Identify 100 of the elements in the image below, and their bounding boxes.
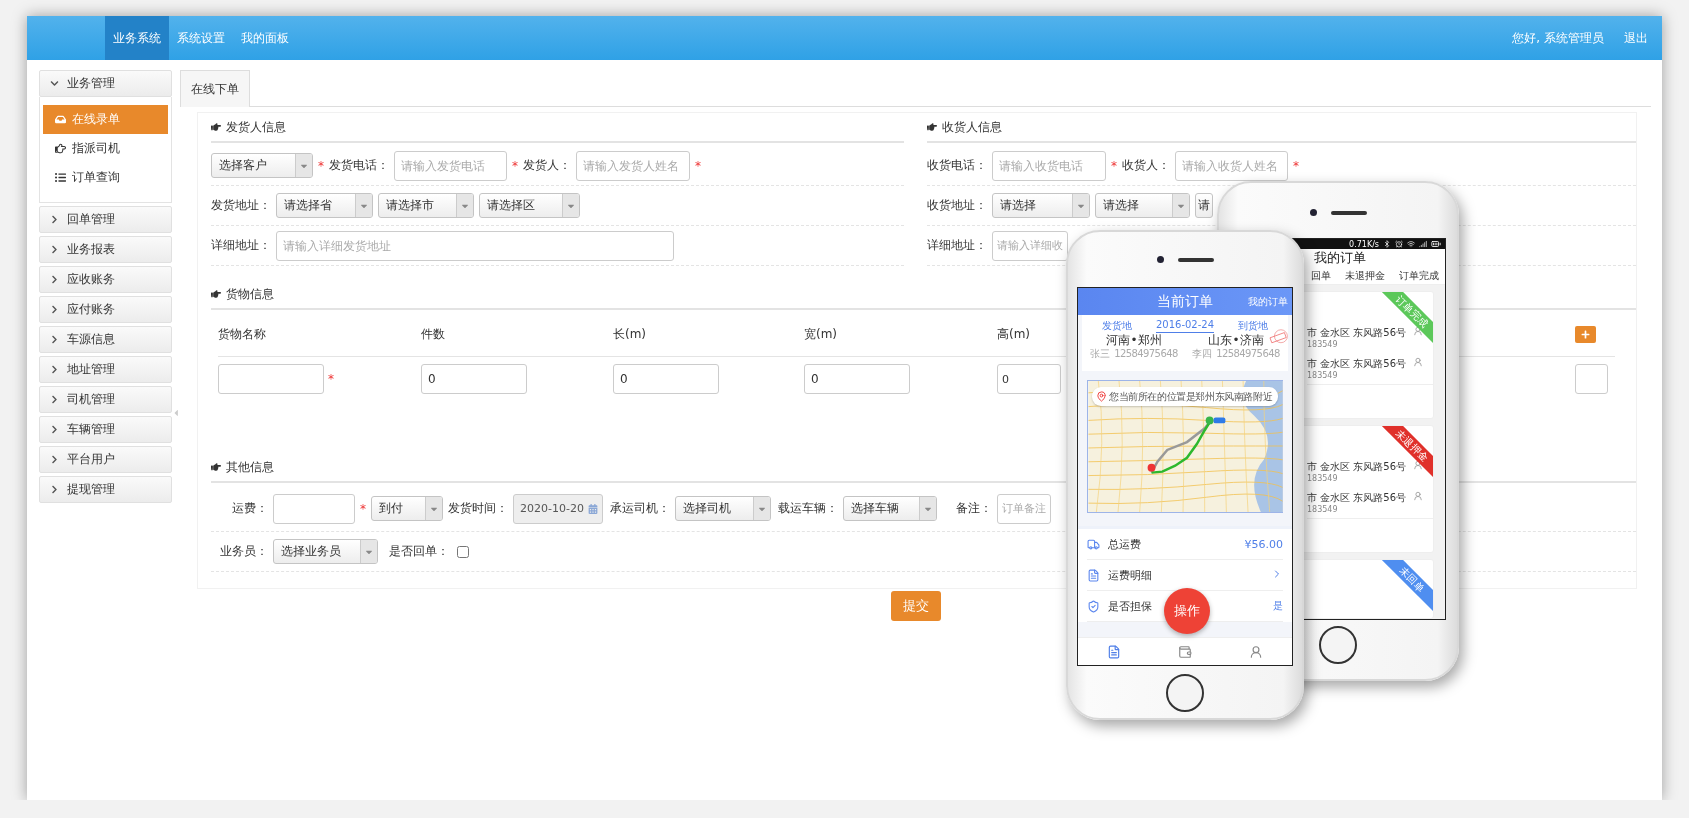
- item-label: 订单查询: [72, 169, 120, 186]
- wallet-icon[interactable]: [1178, 644, 1192, 659]
- group-label: 地址管理: [67, 361, 115, 378]
- sidebar-group-header[interactable]: 应收账务: [39, 266, 172, 293]
- text-input[interactable]: [273, 493, 355, 524]
- select-field[interactable]: 选择司机: [675, 496, 771, 521]
- fee-amount: ¥56.00: [1244, 537, 1283, 551]
- camera-icon: [1156, 256, 1164, 263]
- section-title: 其他信息: [226, 458, 274, 476]
- required-mark: *: [1293, 158, 1299, 173]
- pointing-hand-icon: [55, 143, 66, 154]
- pointing-hand-icon: [211, 289, 221, 299]
- group-label: 车辆管理: [67, 421, 115, 438]
- speaker-grille: [1330, 210, 1367, 215]
- page-tab[interactable]: 在线下单: [180, 70, 250, 107]
- text-input[interactable]: 0: [804, 364, 910, 394]
- sidebar-group-header[interactable]: 车源信息: [39, 326, 172, 353]
- select-field[interactable]: 选择业务员: [273, 539, 378, 564]
- field-label: 运费：: [231, 500, 268, 517]
- text-input[interactable]: 请输入详细收: [992, 230, 1068, 261]
- document-icon: [1087, 568, 1100, 582]
- column-header: 货物名称: [218, 326, 266, 343]
- sidebar-group-header[interactable]: 提现管理: [39, 476, 172, 503]
- order-tab[interactable]: 未退押金: [1345, 269, 1385, 283]
- select-field[interactable]: 请选择区: [479, 193, 580, 218]
- text-input[interactable]: [218, 364, 324, 394]
- text-input[interactable]: 0: [613, 364, 719, 394]
- person-icon[interactable]: [1249, 644, 1264, 659]
- field-label: 发货人：: [523, 157, 571, 174]
- required-mark: *: [318, 158, 324, 173]
- checkbox[interactable]: [457, 545, 469, 558]
- shield-icon: [1087, 599, 1100, 613]
- field-label: 业务员：: [219, 543, 268, 560]
- text-input[interactable]: 0: [997, 364, 1061, 394]
- text-input[interactable]: 请输入发货人姓名: [576, 150, 690, 181]
- select-field[interactable]: 到付: [371, 496, 443, 521]
- sidebar-group-header[interactable]: 回单管理: [39, 206, 172, 233]
- sidebar-group-header[interactable]: 平台用户: [39, 446, 172, 473]
- select-field[interactable]: 请选择: [992, 193, 1090, 218]
- address-text: 市 金水区 东风路56号: [1307, 491, 1407, 505]
- text-input[interactable]: 0: [421, 364, 527, 394]
- text-input[interactable]: [1575, 364, 1608, 394]
- speaker-grille: [1177, 257, 1214, 262]
- signal-icon: [1419, 240, 1427, 248]
- select-field[interactable]: 选择车辆: [843, 496, 937, 521]
- receiver-contact: 李四 12584975648: [1192, 348, 1280, 360]
- add-button[interactable]: [1575, 326, 1596, 343]
- location-text: 您当前所在的位置是郑州东风南路附近: [1109, 389, 1273, 404]
- sidebar-item[interactable]: 订单查询: [43, 163, 168, 192]
- text-input[interactable]: 请输入收货电话: [992, 150, 1106, 181]
- phone-number: 183549: [1307, 371, 1339, 380]
- select-field[interactable]: 请: [1195, 193, 1213, 218]
- group-label: 业务报表: [67, 241, 115, 258]
- pointing-hand-icon: [211, 122, 221, 132]
- column-header: 件数: [421, 326, 445, 343]
- truck-icon: [1087, 537, 1100, 551]
- order-tab[interactable]: 回单: [1311, 269, 1331, 283]
- sender-contact: 张三 12584975648: [1090, 348, 1178, 360]
- group-label: 回单管理: [67, 211, 115, 228]
- remarks-field[interactable]: 订单备注: [997, 493, 1051, 524]
- sidebar-group-header[interactable]: 应付账务: [39, 296, 172, 323]
- column-header: 高(m): [997, 326, 1031, 343]
- sidebar-group-header[interactable]: 地址管理: [39, 356, 172, 383]
- select-field[interactable]: 请选择省: [276, 193, 373, 218]
- row-label: 是否担保: [1108, 598, 1152, 614]
- sidebar-group-header[interactable]: 司机管理: [39, 386, 172, 413]
- text-input[interactable]: 请输入收货人姓名: [1175, 150, 1288, 181]
- document-icon[interactable]: [1106, 644, 1121, 659]
- item-label: 在线录单: [72, 111, 120, 128]
- field-label: 承运司机：: [610, 500, 670, 517]
- column-header: 宽(m): [804, 326, 838, 343]
- text-input[interactable]: 请输入发货电话: [394, 150, 507, 181]
- order-date: 2016-02-24: [1155, 319, 1215, 333]
- required-mark: *: [360, 501, 366, 516]
- select-field[interactable]: 请选择市: [378, 193, 474, 218]
- row-value: 是: [1273, 599, 1283, 613]
- sidebar-group-header[interactable]: 车辆管理: [39, 416, 172, 443]
- origin-city: 河南•郑州: [1106, 333, 1162, 348]
- select-field[interactable]: 请选择: [1095, 193, 1190, 218]
- person-icon: [1413, 357, 1423, 367]
- group-label: 提现管理: [67, 481, 115, 498]
- phone-number: 183549: [1307, 474, 1339, 483]
- sidebar-group-header[interactable]: 业务报表: [39, 236, 172, 263]
- section-title: 货物信息: [226, 285, 274, 303]
- phone-number: 183549: [1307, 340, 1339, 349]
- inbox-icon: [55, 114, 66, 125]
- battery-icon: [1431, 239, 1441, 249]
- stamp-drawing: [1268, 329, 1288, 347]
- sidebar-item[interactable]: 指派司机: [43, 134, 168, 163]
- required-mark: *: [328, 372, 334, 386]
- nav-tab[interactable]: 业务系统: [105, 16, 169, 60]
- field-label: 详细地址：: [927, 237, 987, 254]
- group-label: 车源信息: [67, 331, 115, 348]
- action-button[interactable]: 操作: [1164, 588, 1210, 634]
- group-label: 业务管理: [67, 75, 115, 92]
- text-input[interactable]: 请输入详细发货地址: [276, 230, 674, 261]
- order-tab[interactable]: 订单完成: [1399, 269, 1439, 283]
- sidebar-group-header[interactable]: 业务管理: [39, 70, 172, 97]
- address-text: 市 金水区 东风路56号: [1307, 357, 1407, 371]
- select-field[interactable]: 选择客户: [211, 153, 313, 178]
